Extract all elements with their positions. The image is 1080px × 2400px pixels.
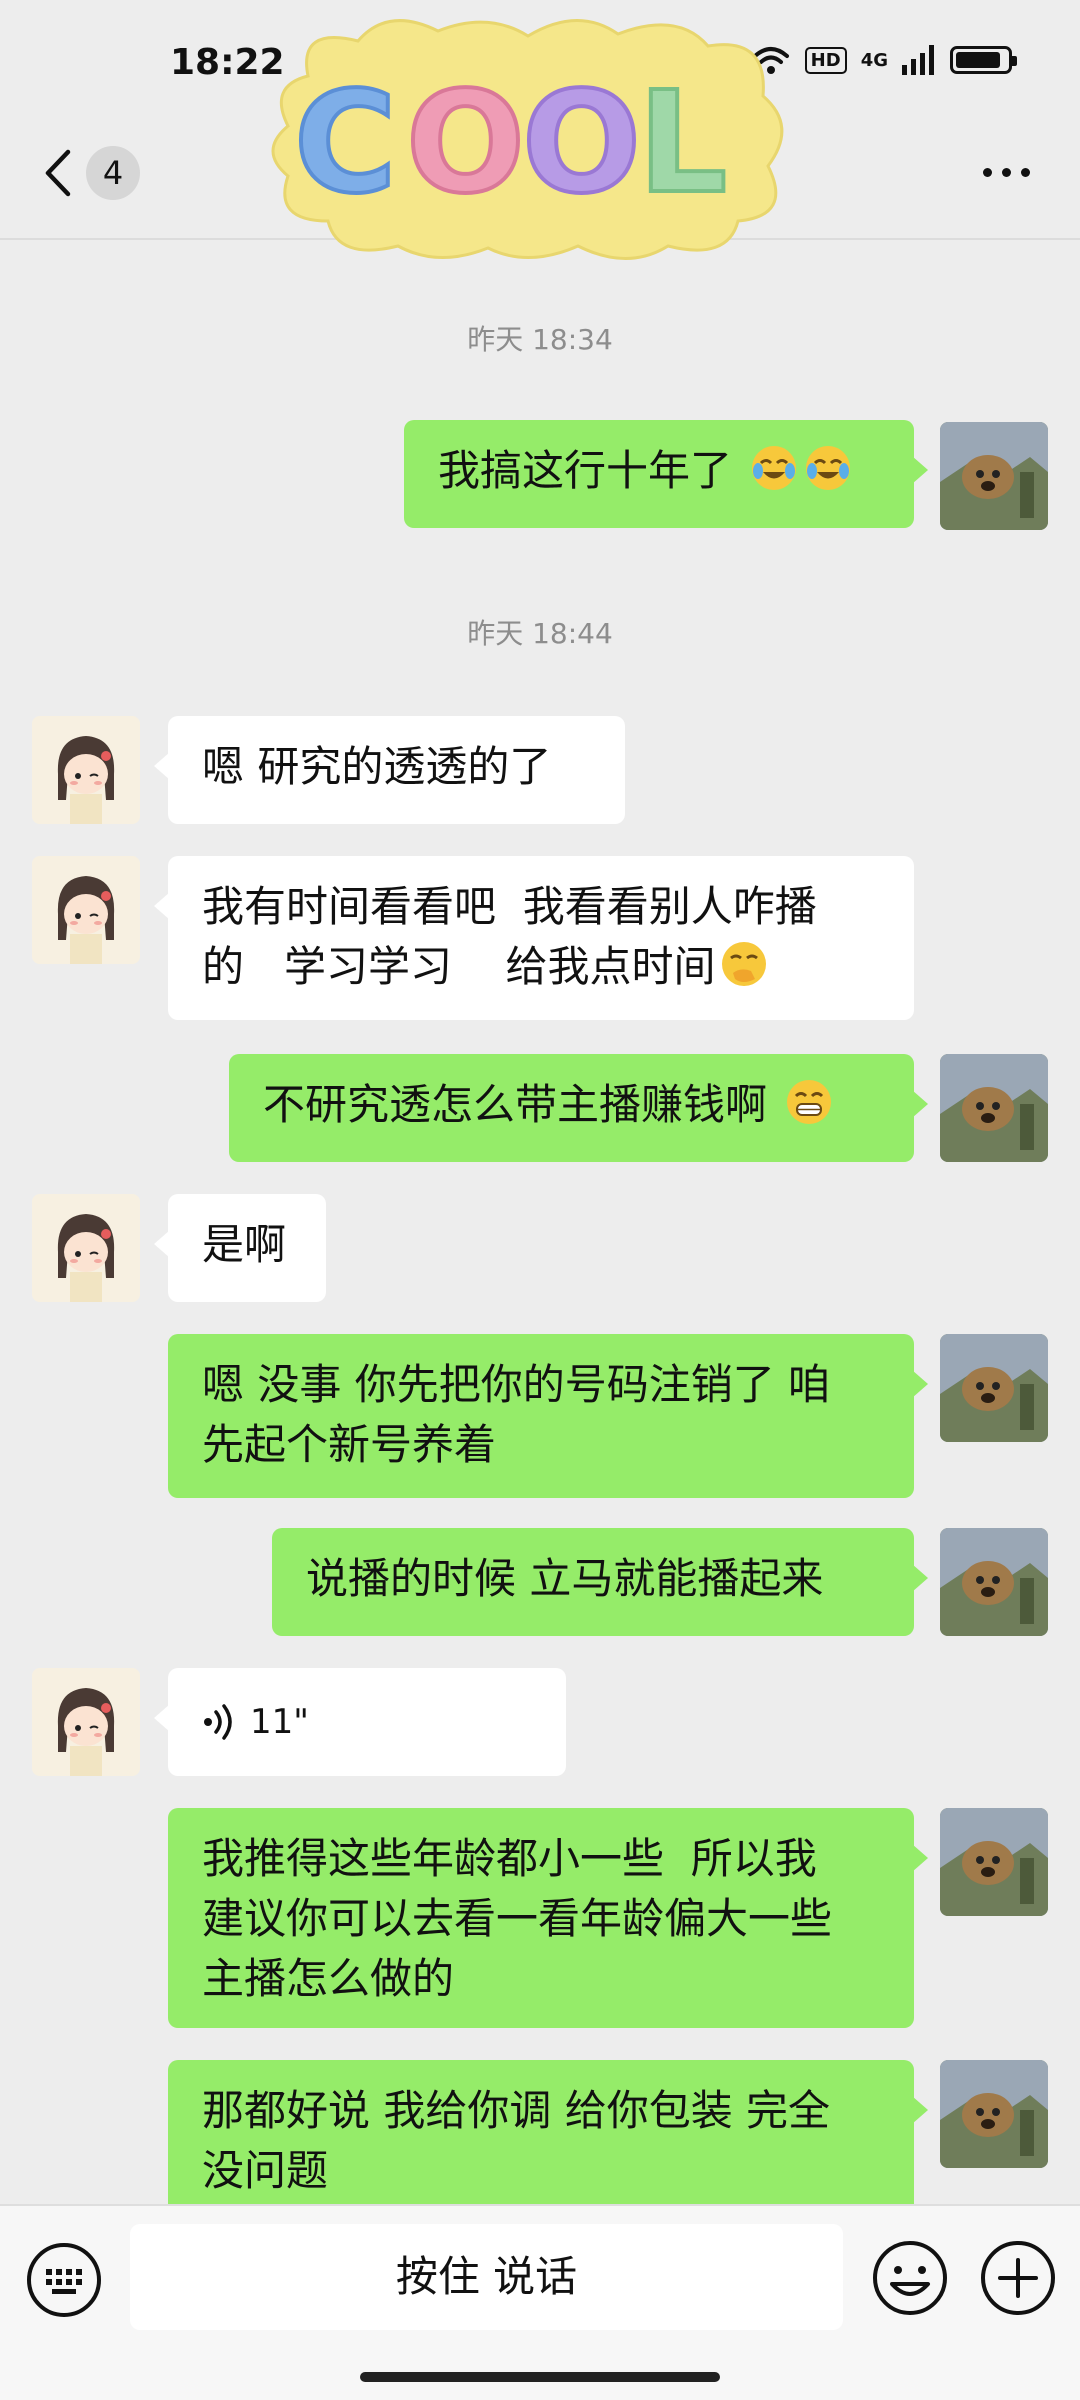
hand-over-mouth-emoji [722, 942, 767, 986]
message-text-line: 没问题 [202, 2146, 329, 2195]
message-bubble-outgoing[interactable]: 不研究透怎么带主播赚钱啊 [229, 1054, 928, 1162]
emoji-icon[interactable] [870, 2238, 950, 2318]
message-bubble-incoming[interactable]: 嗯 研究的透透的了 [154, 716, 625, 824]
voice-wave-icon [204, 1704, 232, 1740]
message-text: 我搞这行十年了 [438, 446, 733, 495]
battery-icon [950, 46, 1017, 74]
message-bubble-outgoing[interactable]: 我搞这行十年了 [404, 420, 928, 528]
avatar-contact[interactable] [32, 716, 140, 824]
avatar-contact[interactable] [32, 1194, 140, 1302]
message-text-line: 我有时间看看吧 我看看别人咋播 [202, 882, 817, 931]
svg-text:C: C [294, 62, 397, 225]
message-bubble-outgoing[interactable]: 那都好说 我给你调 给你包装 完全 没问题 [168, 2060, 928, 2224]
svg-text:O: O [406, 62, 525, 225]
cool-sticker: C O O L [271, 19, 784, 260]
timestamp: 昨天 18:34 [467, 323, 613, 356]
tears-of-joy-emoji [806, 446, 851, 490]
message-text-line: 建议你可以去看一看年龄偏大一些 [202, 1894, 833, 1943]
avatar-self[interactable] [940, 1054, 1048, 1162]
keyboard-icon[interactable] [24, 2240, 104, 2320]
grinning-emoji [787, 1080, 832, 1124]
message-text: 嗯 研究的透透的了 [202, 742, 552, 791]
message-text-line: 我推得这些年龄都小一些 所以我 [202, 1834, 817, 1883]
network-type: 4G [860, 49, 888, 71]
timestamp: 昨天 18:44 [467, 617, 613, 650]
plus-icon[interactable] [978, 2238, 1058, 2318]
hd-badge: HD [804, 46, 847, 74]
avatar-self[interactable] [940, 2060, 1048, 2168]
avatar-contact[interactable] [32, 856, 140, 964]
signal-icon [902, 45, 934, 75]
avatar-self[interactable] [940, 1334, 1048, 1442]
back-icon[interactable] [40, 148, 76, 198]
tears-of-joy-emoji [752, 446, 797, 490]
message-text-line: 主播怎么做的 [202, 1954, 455, 2003]
avatar-contact[interactable] [32, 1668, 140, 1776]
avatar-self[interactable] [940, 1528, 1048, 1636]
voice-message-bubble[interactable]: 11" [154, 1668, 566, 1776]
svg-text:L: L [638, 62, 727, 225]
message-bubble-outgoing[interactable]: 说播的时候 立马就能播起来 [272, 1528, 928, 1636]
unread-count-badge[interactable]: 4 [86, 146, 140, 200]
message-text-line: 嗯 没事 你先把你的号码注销了 咱 [202, 1360, 831, 1409]
more-options-icon[interactable] [983, 168, 1030, 177]
hold-to-talk-button[interactable]: 按住 说话 [130, 2224, 843, 2330]
message-text: 说播的时候 立马就能播起来 [306, 1554, 824, 1603]
voice-duration: 11" [250, 1702, 309, 1742]
avatar-self[interactable] [940, 1808, 1048, 1916]
svg-text:O: O [522, 62, 641, 225]
message-text: 是啊 [202, 1220, 287, 1269]
message-bubble-outgoing[interactable]: 我推得这些年龄都小一些 所以我 建议你可以去看一看年龄偏大一些 主播怎么做的 [168, 1808, 928, 2028]
message-text-line: 先起个新号养着 [202, 1420, 497, 1469]
avatar-self[interactable] [940, 422, 1048, 530]
message-text-line: 那都好说 我给你调 给你包装 完全 [202, 2086, 831, 2135]
home-indicator[interactable] [360, 2372, 720, 2382]
message-text-line: 的 学习学习 给我点时间 [202, 942, 716, 991]
message-bubble-incoming[interactable]: 是啊 [154, 1194, 326, 1302]
message-bubble-outgoing[interactable]: 嗯 没事 你先把你的号码注销了 咱 先起个新号养着 [168, 1334, 928, 1498]
message-bubble-incoming[interactable]: 我有时间看看吧 我看看别人咋播 的 学习学习 给我点时间 [154, 856, 914, 1020]
message-text: 不研究透怎么带主播赚钱啊 [263, 1080, 768, 1129]
